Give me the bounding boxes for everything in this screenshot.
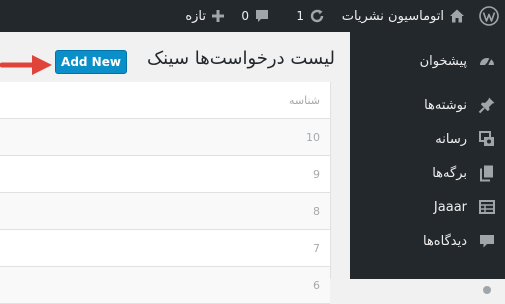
row-id: 7 xyxy=(313,242,320,255)
sidebar-item-label: رسانه xyxy=(435,131,467,147)
plus-icon xyxy=(211,9,225,23)
media-icon xyxy=(477,129,497,149)
page-title: لیست درخواست‌ها سینک xyxy=(146,48,335,69)
add-new-button[interactable]: Add New xyxy=(55,50,127,74)
requests-table: شناسه 10 9 8 7 6 xyxy=(0,82,331,304)
sidebar-item-dashboard[interactable]: پیشخوان xyxy=(350,44,505,78)
admin-sidebar: پیشخوان نوشته‌ها رسانه برگه‌ها xyxy=(350,32,505,294)
table-row[interactable]: 6 xyxy=(0,267,330,304)
updates-link[interactable]: 1 xyxy=(296,0,325,32)
table-icon xyxy=(477,197,497,217)
refresh-icon xyxy=(309,8,325,24)
pin-icon xyxy=(477,95,497,115)
updates-count: 1 xyxy=(296,9,304,23)
table-row[interactable]: 7 xyxy=(0,230,330,267)
table-row[interactable]: 9 xyxy=(0,156,330,193)
table-row[interactable]: 10 xyxy=(0,119,330,156)
sidebar-item-comments[interactable]: دیدگاه‌ها xyxy=(350,224,505,258)
wordpress-logo-menu[interactable] xyxy=(479,0,499,32)
sidebar-item-label: برگه‌ها xyxy=(432,165,467,181)
pointer-arrow-icon xyxy=(0,55,52,75)
comments-count: 0 xyxy=(241,9,249,23)
sidebar-item-jaaar[interactable]: Jaaar xyxy=(350,190,505,224)
table-row[interactable]: 8 xyxy=(0,193,330,230)
new-content-link[interactable]: تازه xyxy=(185,0,225,32)
comments-link[interactable]: 0 xyxy=(241,0,270,32)
sidebar-item-label: پیشخوان xyxy=(419,53,467,69)
admin-bar: اتوماسیون نشریات 1 0 تازه xyxy=(0,0,505,32)
sidebar-item-pages[interactable]: برگه‌ها xyxy=(350,156,505,190)
home-icon xyxy=(449,8,465,24)
sidebar-item-label: Jaaar xyxy=(433,199,467,215)
sidebar-item-media[interactable]: رسانه xyxy=(350,122,505,156)
sidebar-item-posts[interactable]: نوشته‌ها xyxy=(350,88,505,122)
row-id: 8 xyxy=(313,205,320,218)
site-name: اتوماسیون نشریات xyxy=(341,8,444,24)
table-header-row: شناسه xyxy=(0,82,330,119)
row-id: 10 xyxy=(306,131,320,144)
site-name-link[interactable]: اتوماسیون نشریات xyxy=(342,0,465,32)
row-id: 9 xyxy=(313,168,320,181)
row-id: 6 xyxy=(313,279,320,292)
column-header-id[interactable]: شناسه xyxy=(289,82,320,119)
comment-icon xyxy=(477,231,497,251)
comment-bubble-icon xyxy=(254,8,270,24)
pages-icon xyxy=(477,163,497,183)
sidebar-item-label: نوشته‌ها xyxy=(424,97,467,113)
sidebar-item-label: دیدگاه‌ها xyxy=(422,233,467,249)
partial-icon xyxy=(477,277,497,297)
new-label: تازه xyxy=(185,8,206,24)
wordpress-icon xyxy=(479,6,499,26)
dashboard-icon xyxy=(477,51,497,71)
sidebar-item-more[interactable] xyxy=(350,270,505,304)
